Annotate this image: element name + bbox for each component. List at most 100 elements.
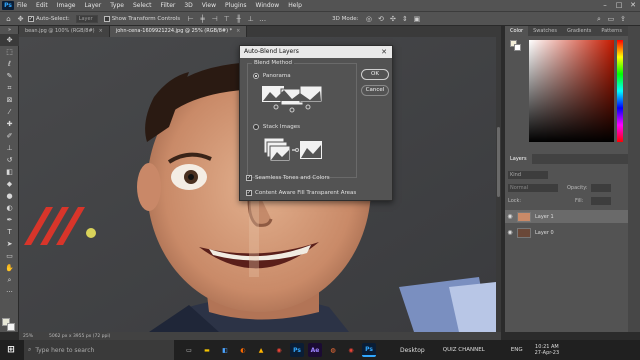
blur-tool-icon[interactable]: ● [0, 190, 19, 202]
content-aware-checkbox[interactable]: ✓ Content Aware Fill Transparent Areas [246, 190, 356, 196]
tab-john-cena[interactable]: john-cena-1609921224.jpg @ 25% (RGB/8#) … [109, 26, 248, 37]
show-transform-checkbox[interactable]: Show Transform Controls [103, 15, 180, 22]
layer-row[interactable]: ◉ Layer 1 [505, 210, 628, 223]
brush-tool-icon[interactable]: ✐ [0, 130, 19, 142]
menu-layer[interactable]: Layer [84, 0, 101, 11]
tab-swatches[interactable]: Swatches [528, 26, 562, 36]
background-color-swatch[interactable] [514, 44, 521, 51]
menu-type[interactable]: Type [110, 0, 124, 11]
tab-bean[interactable]: bean.jpg @ 100% (RGB/8#) × [19, 26, 110, 37]
pan-3d-icon[interactable]: ✣ [388, 15, 397, 23]
menu-file[interactable]: File [17, 0, 27, 11]
quiz-channel-label[interactable]: QUIZ CHANNEL [443, 347, 485, 353]
zoom-level[interactable]: 25% [23, 334, 33, 339]
menu-window[interactable]: Window [256, 0, 280, 11]
close-tab-icon[interactable]: × [99, 26, 103, 37]
quick-select-tool-icon[interactable]: ✎ [0, 70, 19, 82]
menu-plugins[interactable]: Plugins [225, 0, 247, 11]
eye-icon[interactable]: ◉ [505, 229, 515, 236]
align-top-icon[interactable]: ⊤ [222, 15, 231, 23]
panorama-option[interactable]: Panorama [253, 72, 291, 79]
checkmark-icon[interactable]: ✓ [246, 175, 252, 181]
canvas-scrollbar[interactable] [496, 37, 501, 332]
path-select-tool-icon[interactable]: ➤ [0, 238, 19, 250]
blend-mode-dropdown[interactable]: Normal [508, 184, 558, 192]
lasso-tool-icon[interactable]: ℓ [0, 58, 19, 70]
workspace-icon[interactable]: ▭ [606, 15, 615, 23]
file-explorer-icon[interactable]: ▬ [200, 343, 214, 357]
maximize-icon[interactable]: □ [612, 0, 626, 11]
align-middle-icon[interactable]: ╫ [234, 15, 243, 23]
share-icon[interactable]: ⇪ [618, 15, 627, 23]
kind-filter-dropdown[interactable]: Kind [508, 171, 548, 179]
hue-slider[interactable] [617, 40, 623, 142]
vlc-icon[interactable]: ▲ [254, 343, 268, 357]
roll-3d-icon[interactable]: ⟲ [376, 15, 385, 23]
chrome-icon[interactable]: ◉ [272, 343, 286, 357]
pen-tool-icon[interactable]: ✒ [0, 214, 19, 226]
task-view-icon[interactable]: ▭ [182, 343, 196, 357]
slide-3d-icon[interactable]: ⇕ [400, 15, 409, 23]
marquee-tool-icon[interactable]: ⬚ [0, 46, 19, 58]
opacity-field[interactable] [591, 184, 611, 192]
background-color-swatch[interactable] [7, 323, 15, 331]
dodge-tool-icon[interactable]: ◐ [0, 202, 19, 214]
close-icon[interactable]: ✕ [626, 0, 640, 11]
tab-color[interactable]: Color [505, 26, 529, 36]
desktop-label[interactable]: Desktop [400, 347, 425, 354]
zoom-tool-icon[interactable]: ⌕ [0, 274, 19, 286]
fill-field[interactable] [591, 197, 611, 205]
tab-layers[interactable]: Layers [505, 154, 532, 164]
menu-image[interactable]: Image [57, 0, 76, 11]
healing-brush-tool-icon[interactable]: ✚ [0, 118, 19, 130]
menu-view[interactable]: View [202, 0, 216, 11]
taskbar-search[interactable]: ⌕ Type here to search [24, 340, 174, 360]
clock[interactable]: 10:21 AM 27-Apr-23 [535, 344, 560, 356]
tab-patterns[interactable]: Patterns [596, 26, 627, 36]
close-tab-icon[interactable]: × [236, 26, 240, 37]
photoshop-taskbar-icon[interactable]: Ps [290, 343, 304, 357]
close-icon[interactable]: ✕ [381, 46, 387, 58]
clone-stamp-tool-icon[interactable]: ⊥ [0, 142, 19, 154]
layer-row[interactable]: ◉ Layer 0 [505, 226, 628, 239]
menu-help[interactable]: Help [288, 0, 302, 11]
color-picker-field[interactable] [529, 40, 614, 142]
type-tool-icon[interactable]: T [0, 226, 19, 238]
orbit-3d-icon[interactable]: ◎ [364, 15, 373, 23]
more-tools-icon[interactable]: ··· [0, 286, 19, 298]
eraser-tool-icon[interactable]: ◧ [0, 166, 19, 178]
more-options-icon[interactable]: … [258, 15, 267, 23]
store-icon[interactable]: ◧ [218, 343, 232, 357]
align-bottom-icon[interactable]: ⊥ [246, 15, 255, 23]
rectangle-tool-icon[interactable]: ▭ [0, 250, 19, 262]
after-effects-icon[interactable]: Ae [308, 343, 322, 357]
firefox-icon[interactable]: ◍ [326, 343, 340, 357]
language-indicator[interactable]: ENG [511, 347, 523, 353]
cancel-button[interactable]: Cancel [361, 85, 389, 96]
menu-filter[interactable]: Filter [161, 0, 176, 11]
frame-tool-icon[interactable]: ⊠ [0, 94, 19, 106]
align-left-icon[interactable]: ⊢ [186, 15, 195, 23]
crop-tool-icon[interactable]: ⌗ [0, 82, 19, 94]
history-brush-tool-icon[interactable]: ↺ [0, 154, 19, 166]
collapse-icon[interactable]: » [0, 26, 19, 34]
radio-icon[interactable] [253, 123, 259, 130]
ok-button[interactable]: OK [361, 69, 389, 80]
seamless-tones-checkbox[interactable]: ✓ Seamless Tones and Colors [246, 175, 330, 181]
eyedropper-tool-icon[interactable]: ⁄ [0, 106, 19, 118]
camera-icon[interactable]: ▣ [412, 15, 421, 23]
move-tool-icon[interactable]: ✥ [16, 15, 25, 23]
chrome-alt-icon[interactable]: ◉ [344, 343, 358, 357]
windows-start-icon[interactable]: ⊞ [4, 343, 18, 357]
align-right-icon[interactable]: ⊣ [210, 15, 219, 23]
auto-select-dropdown[interactable]: Layer [75, 14, 98, 23]
checkmark-icon[interactable]: ✓ [246, 190, 252, 196]
menu-edit[interactable]: Edit [36, 0, 48, 11]
search-icon[interactable]: ⌕ [594, 15, 603, 23]
menu-select[interactable]: Select [133, 0, 152, 11]
radio-selected-icon[interactable] [253, 72, 259, 79]
tab-gradients[interactable]: Gradients [562, 26, 596, 36]
scrollbar-thumb[interactable] [497, 127, 500, 197]
hand-tool-icon[interactable]: ✋ [0, 262, 19, 274]
blender-icon[interactable]: ◐ [236, 343, 250, 357]
